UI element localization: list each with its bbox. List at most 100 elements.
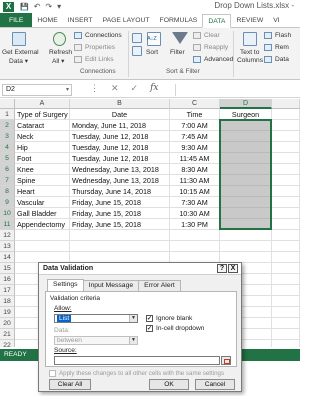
- table-cell[interactable]: [272, 274, 300, 285]
- select-all-corner[interactable]: [0, 99, 15, 109]
- row-header[interactable]: 20: [0, 318, 15, 329]
- header-cell[interactable]: Date: [70, 109, 170, 120]
- table-cell[interactable]: Neck: [15, 131, 70, 142]
- filter-button[interactable]: Filter: [170, 49, 185, 56]
- table-cell[interactable]: [220, 186, 272, 197]
- table-cell[interactable]: Thursday, June 14, 2018: [70, 186, 170, 197]
- table-cell[interactable]: Tuesday, June 12, 2018: [70, 142, 170, 153]
- table-cell[interactable]: [15, 230, 70, 241]
- tab-error-alert[interactable]: Error Alert: [138, 280, 181, 291]
- formula-input[interactable]: [175, 84, 298, 96]
- row-header[interactable]: 2: [0, 120, 15, 131]
- header-cell[interactable]: Time: [170, 109, 220, 120]
- tab-page-layout[interactable]: PAGE LAYOUT: [98, 13, 155, 27]
- data-operator-select[interactable]: between ▼: [54, 336, 138, 345]
- properties-button[interactable]: Properties: [74, 44, 115, 51]
- column-header-d[interactable]: D: [220, 99, 272, 109]
- table-cell[interactable]: [170, 241, 220, 252]
- get-external-data-button-line2[interactable]: Data ▾: [9, 57, 28, 65]
- table-cell[interactable]: 10:30 AM: [170, 208, 220, 219]
- table-cell[interactable]: Knee: [15, 164, 70, 175]
- chevron-down-icon[interactable]: ▼: [129, 315, 137, 322]
- table-cell[interactable]: [220, 175, 272, 186]
- table-cell[interactable]: Vascular: [15, 197, 70, 208]
- save-icon[interactable]: 💾: [20, 3, 29, 11]
- remove-duplicates-button[interactable]: Rem: [264, 44, 289, 51]
- row-header[interactable]: 9: [0, 197, 15, 208]
- row-header[interactable]: 22: [0, 340, 15, 347]
- column-header-a[interactable]: A: [15, 99, 70, 109]
- table-cell[interactable]: [272, 153, 300, 164]
- row-header[interactable]: 5: [0, 153, 15, 164]
- get-external-data-button[interactable]: Get External: [2, 49, 39, 56]
- table-cell[interactable]: [220, 142, 272, 153]
- apply-all-checkbox[interactable]: [49, 370, 56, 377]
- table-cell[interactable]: 9:30 AM: [170, 142, 220, 153]
- table-cell[interactable]: Heart: [15, 186, 70, 197]
- ok-button[interactable]: OK: [149, 379, 189, 390]
- table-cell[interactable]: [272, 318, 300, 329]
- table-cell[interactable]: 7:45 AM: [170, 131, 220, 142]
- row-header[interactable]: 19: [0, 307, 15, 318]
- table-cell[interactable]: [272, 131, 300, 142]
- table-cell[interactable]: 8:30 AM: [170, 164, 220, 175]
- table-cell[interactable]: [220, 120, 272, 131]
- advanced-button[interactable]: Advanced: [193, 56, 233, 63]
- table-cell[interactable]: [272, 307, 300, 318]
- row-header[interactable]: 7: [0, 175, 15, 186]
- table-cell[interactable]: Foot: [15, 153, 70, 164]
- table-cell[interactable]: [272, 208, 300, 219]
- refresh-all-button-line2[interactable]: All ▾: [52, 57, 64, 65]
- table-cell[interactable]: [272, 164, 300, 175]
- ignore-blank-checkbox[interactable]: ✓: [146, 315, 153, 322]
- row-header[interactable]: 15: [0, 263, 15, 274]
- flash-fill-button[interactable]: Flash: [264, 32, 291, 39]
- table-cell[interactable]: [220, 131, 272, 142]
- table-cell[interactable]: [220, 219, 272, 230]
- column-header-c[interactable]: C: [170, 99, 220, 109]
- connections-button[interactable]: Connections: [74, 32, 122, 39]
- table-cell[interactable]: 11:45 AM: [170, 153, 220, 164]
- row-header[interactable]: 14: [0, 252, 15, 263]
- row-header[interactable]: 11: [0, 219, 15, 230]
- data-validation-button[interactable]: Data: [264, 56, 289, 63]
- table-cell[interactable]: [272, 175, 300, 186]
- table-cell[interactable]: Tuesday, June 12, 2018: [70, 153, 170, 164]
- table-cell[interactable]: [220, 230, 272, 241]
- tab-input-message[interactable]: Input Message: [82, 280, 140, 291]
- clear-all-button[interactable]: Clear All: [49, 379, 91, 390]
- reapply-button[interactable]: Reapply: [193, 44, 228, 51]
- table-cell[interactable]: 1:30 PM: [170, 219, 220, 230]
- row-header[interactable]: 12: [0, 230, 15, 241]
- close-button[interactable]: X: [228, 264, 238, 273]
- table-cell[interactable]: [15, 241, 70, 252]
- table-cell[interactable]: Friday, June 15, 2018: [70, 208, 170, 219]
- header-cell[interactable]: Surgeon: [220, 109, 272, 120]
- table-cell[interactable]: Tuesday, June 12, 2018: [70, 131, 170, 142]
- table-cell[interactable]: [70, 241, 170, 252]
- table-cell[interactable]: [220, 153, 272, 164]
- table-cell[interactable]: [272, 285, 300, 296]
- text-to-columns-button[interactable]: Text to: [240, 49, 259, 56]
- redo-icon[interactable]: ↷: [45, 2, 52, 11]
- table-cell[interactable]: Wednesday, June 13, 2018: [70, 175, 170, 186]
- table-cell[interactable]: Friday, June 15, 2018: [70, 197, 170, 208]
- customize-toolbar-icon[interactable]: ▾: [57, 2, 61, 11]
- table-cell[interactable]: [272, 263, 300, 274]
- table-cell[interactable]: [272, 329, 300, 340]
- table-cell[interactable]: [220, 208, 272, 219]
- name-box-dropdown-icon[interactable]: ▾: [66, 85, 69, 95]
- row-header[interactable]: 16: [0, 274, 15, 285]
- table-cell[interactable]: [272, 241, 300, 252]
- row-header[interactable]: 17: [0, 285, 15, 296]
- row-header[interactable]: 4: [0, 142, 15, 153]
- column-header-b[interactable]: B: [70, 99, 170, 109]
- tab-review[interactable]: REVIEW: [231, 13, 268, 27]
- header-cell[interactable]: Type of Surgery: [15, 109, 70, 120]
- sort-az-icon[interactable]: [132, 33, 142, 43]
- table-cell[interactable]: [272, 230, 300, 241]
- table-cell[interactable]: [272, 186, 300, 197]
- row-header[interactable]: 1: [0, 109, 15, 120]
- table-cell[interactable]: 7:30 AM: [170, 197, 220, 208]
- sort-za-icon[interactable]: [132, 46, 142, 56]
